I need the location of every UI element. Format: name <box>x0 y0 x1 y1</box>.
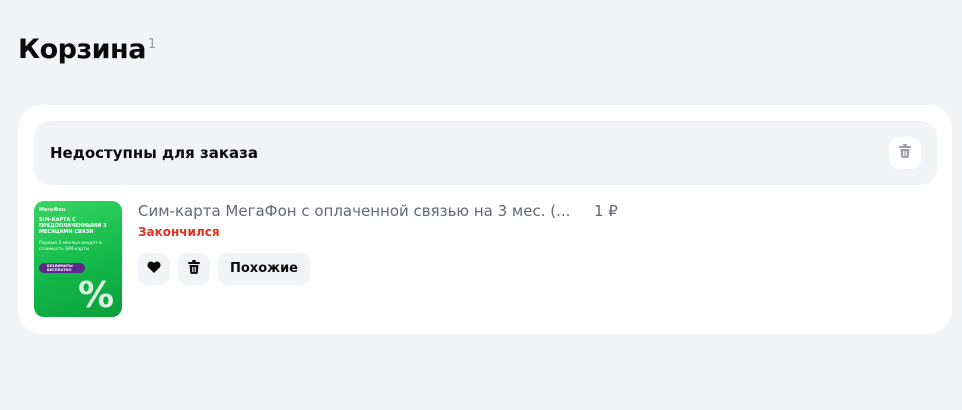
delete-item-button[interactable] <box>178 253 210 285</box>
thumbnail-brand: МегаФон <box>39 207 66 213</box>
thumbnail-headline: SIM-КАРТА С ПРЕДОПЛАЧЕННЫМИ 3 МЕСЯЦАМИ С… <box>39 217 107 235</box>
page-title: Корзина 1 <box>18 34 156 65</box>
product-price: 1 ₽ <box>594 202 618 220</box>
favorite-button[interactable] <box>138 253 170 285</box>
cart-count: 1 <box>147 37 156 52</box>
delete-all-button[interactable] <box>889 137 921 169</box>
trash-icon <box>897 143 913 163</box>
page-title-text: Корзина <box>18 34 146 65</box>
unavailable-section-header: Недоступны для заказа <box>34 121 937 185</box>
trash-icon <box>186 259 202 279</box>
heart-icon <box>146 259 162 279</box>
thumbnail-subtext: Первые 3 месяца входят в стоимость SIM-к… <box>39 241 102 252</box>
percent-icon: % <box>78 275 115 316</box>
product-name-link[interactable]: Сим-карта МегаФон с оплаченной связью на… <box>138 202 570 220</box>
product-thumbnail[interactable]: МегаФон SIM-КАРТА С ПРЕДОПЛАЧЕННЫМИ 3 МЕ… <box>34 201 122 317</box>
similar-button[interactable]: Похожие <box>218 253 310 285</box>
stock-status: Закончился <box>138 225 220 239</box>
thumbnail-pill: БЕЗЛИМИТЫ БЕСПЛАТНО <box>39 263 85 273</box>
section-title: Недоступны для заказа <box>50 144 258 162</box>
cart-card: Недоступны для заказа МегаФон SIM-КАРТА … <box>18 105 952 334</box>
